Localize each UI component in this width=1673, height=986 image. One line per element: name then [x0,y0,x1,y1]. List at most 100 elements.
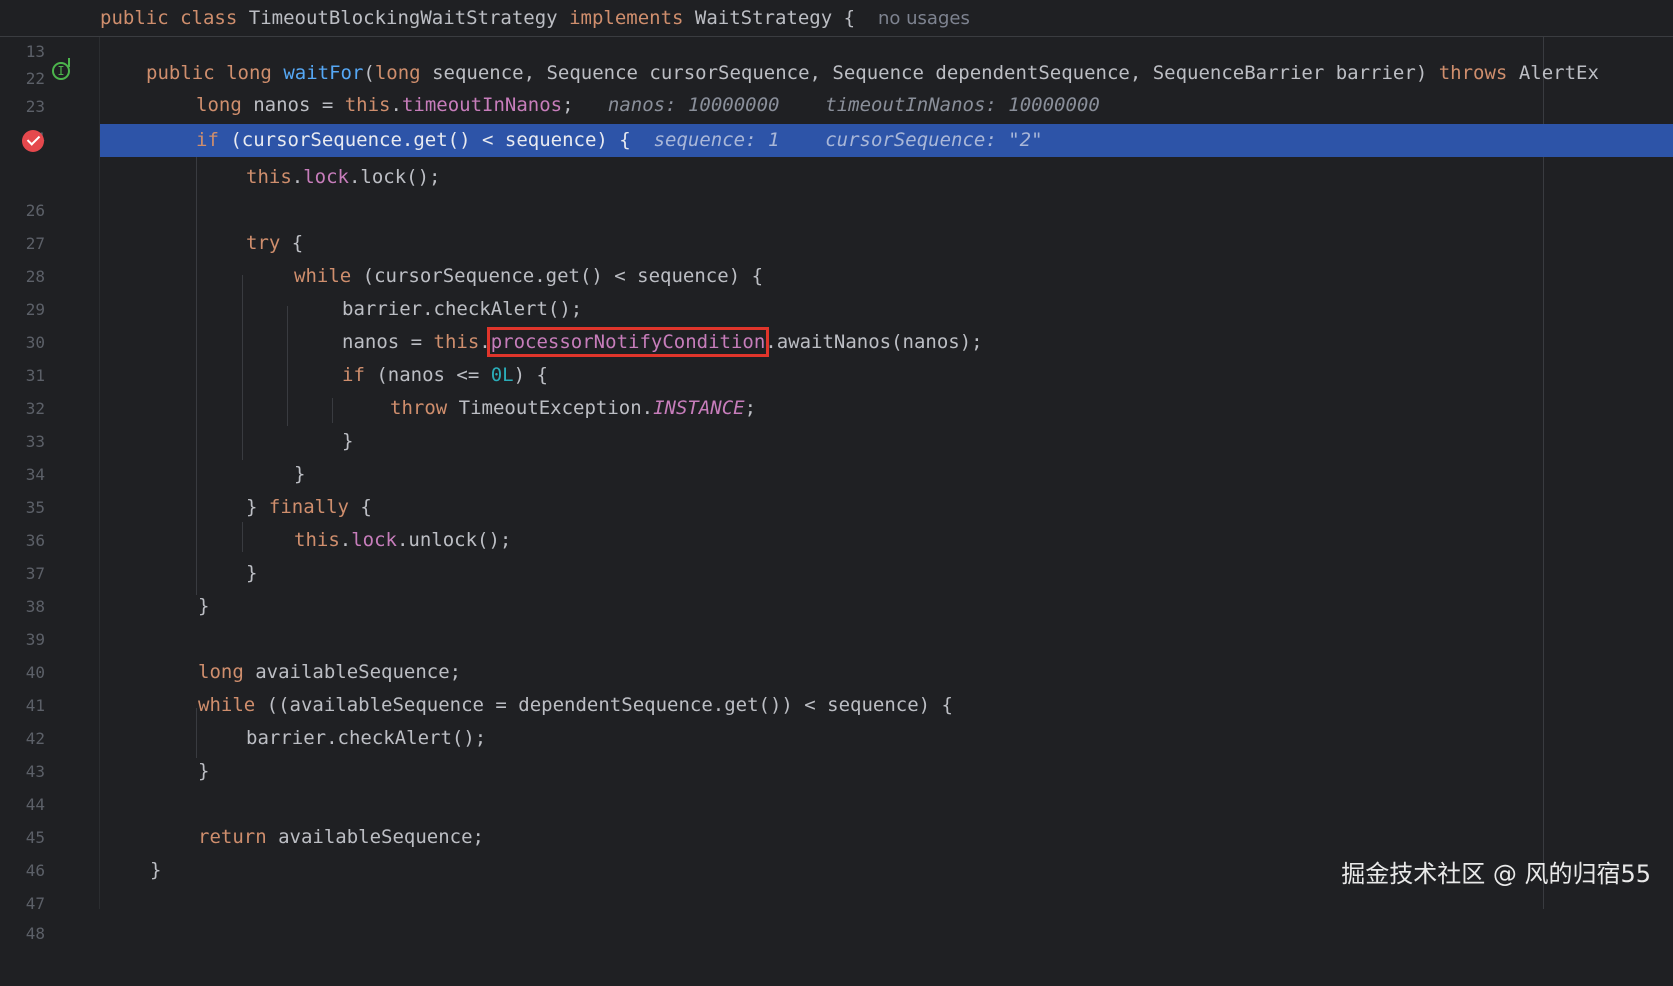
debug-inline-value[interactable]: cursorSequence: "2" [825,129,1042,151]
dot: . [339,529,352,551]
code-text: .awaitNanos(nanos); [765,331,983,353]
code-text: this.lock.lock(); [246,161,441,194]
code-text: TimeoutException. [447,397,654,419]
usages-hint[interactable]: no usages [878,8,970,29]
code-text: this.lock.unlock(); [294,524,511,557]
keyword: long [198,661,244,683]
keyword: this [246,166,292,188]
code-line[interactable]: 26 this.lock.lock(); [0,161,1673,220]
keyword: finally [268,496,349,518]
code-editor[interactable]: 13 public class TimeoutBlockingWaitStrat… [0,0,1673,943]
watermark: 掘金技术社区 @ 风的归宿55 [1341,860,1651,888]
keyword: public [146,62,215,84]
code-line[interactable]: 36 } finally { [0,491,1673,550]
code-text: ((availableSequence = dependentSequence.… [255,694,953,716]
code-line[interactable]: 45 [0,788,1673,847]
highlighted-field[interactable]: processorNotifyCondition [486,327,770,357]
line-number: 13 [25,42,45,61]
method-signature: public long waitFor(long sequence, Seque… [146,57,1599,90]
keyword: this [294,529,340,551]
keyword: try [246,232,281,254]
code-text: (cursorSequence.get() < sequence) { [351,265,764,287]
dot: . [291,166,304,188]
sticky-class-header[interactable]: 13 public class TimeoutBlockingWaitStrat… [0,0,1673,61]
code-text: long availableSequence; [198,656,461,689]
class-name: TimeoutBlockingWaitStrategy [248,7,558,29]
closing-brace: } [246,562,258,584]
keyword: long [374,62,421,84]
code-line[interactable]: 44 } [0,755,1673,814]
keyword: long [196,94,242,116]
code-line[interactable]: 46 return availableSequence; [0,821,1673,880]
field-name: lock [303,166,349,188]
code-line[interactable]: 29 while (cursorSequence.get() < sequenc… [0,260,1673,319]
closing-brace: } [198,595,210,617]
code-text: .unlock(); [396,529,512,551]
code-line[interactable]: 23 I public long waitFor(long sequence, … [0,57,1673,116]
code-line[interactable]: 30 barrier.checkAlert(); [0,293,1673,352]
code-line[interactable]: 41 long availableSequence; [0,656,1673,715]
code-text: availableSequence; [266,826,484,848]
parameters: sequence, Sequence cursorSequence, Seque… [432,62,1428,84]
current-execution-line[interactable]: if (cursorSequence.get() < sequence) { s… [100,124,1673,157]
code-line[interactable]: 31 nanos = this.processorNotifyCondition… [0,326,1673,385]
code-text: nanos = [253,94,345,116]
dot: . [390,94,402,116]
paren: ( [363,62,375,84]
code-line[interactable]: 24 long nanos = this.timeoutInNanos; nan… [0,89,1673,148]
exception-name: AlertEx [1518,62,1599,84]
keyword: return [198,826,267,848]
code-text: if (nanos <= 0L) { [342,359,548,392]
code-line[interactable]: 42 while ((availableSequence = dependent… [0,689,1673,748]
code-text: ; [744,397,757,419]
keyword: public [100,7,169,29]
code-line[interactable]: 28 try { [0,227,1673,286]
code-line[interactable]: 35 } [0,458,1673,517]
keyword: while [198,694,256,716]
static-field: INSTANCE [653,397,745,419]
code-line[interactable]: 27 [0,194,1673,253]
code-line[interactable]: 37 this.lock.unlock(); [0,524,1673,583]
keyword: class [180,7,238,29]
code-text: (cursorSequence.get() < sequence) { [230,129,631,151]
semicolon: ; [562,94,574,116]
code-text: ) { [513,364,548,386]
code-text: availableSequence; [243,661,462,683]
keyword: throws [1438,62,1508,84]
code-line[interactable]: 43 barrier.checkAlert(); [0,722,1673,781]
code-text: { [348,496,372,518]
code-line[interactable]: 38 } [0,557,1673,616]
field-name: timeoutInNanos [401,94,563,116]
debug-inline-value[interactable]: sequence: 1 [654,129,780,151]
code-text: } [246,496,269,518]
class-declaration: public class TimeoutBlockingWaitStrategy… [100,2,970,35]
closing-brace: } [294,463,306,485]
keyword: this [344,94,391,116]
debug-inline-value[interactable]: timeoutInNanos: 10000000 [825,94,1100,116]
closing-brace: } [198,760,210,782]
field-name: lock [351,529,397,551]
code-text: barrier.checkAlert(); [246,727,487,749]
keyword: this [433,331,480,353]
code-text: nanos = [342,331,434,353]
code-text: if (cursorSequence.get() < sequence) { s… [196,124,1043,157]
code-line[interactable]: 32 if (nanos <= 0L) { [0,359,1673,418]
closing-brace: } [342,430,354,452]
keyword: long [226,62,272,84]
code-text: try { [246,227,303,260]
number-literal: 0L [490,364,514,386]
method-name: waitFor [283,62,364,84]
debug-inline-value[interactable]: nanos: 10000000 [608,94,780,116]
code-text: nanos = this.processorNotifyCondition.aw… [342,326,983,359]
keyword: while [294,265,352,287]
code-line[interactable]: 39 } [0,590,1673,649]
code-line[interactable]: 33 throw TimeoutException.INSTANCE; [0,392,1673,451]
keyword: throw [390,397,448,419]
code-line[interactable]: 40 [0,623,1673,682]
closing-brace: } [150,859,162,881]
code-text: long nanos = this.timeoutInNanos; nanos:… [196,89,1100,122]
interface-name: WaitStrategy [694,7,833,29]
code-text: (nanos <= [364,364,491,386]
code-line[interactable]: 34 } [0,425,1673,484]
keyword: implements [569,7,684,29]
